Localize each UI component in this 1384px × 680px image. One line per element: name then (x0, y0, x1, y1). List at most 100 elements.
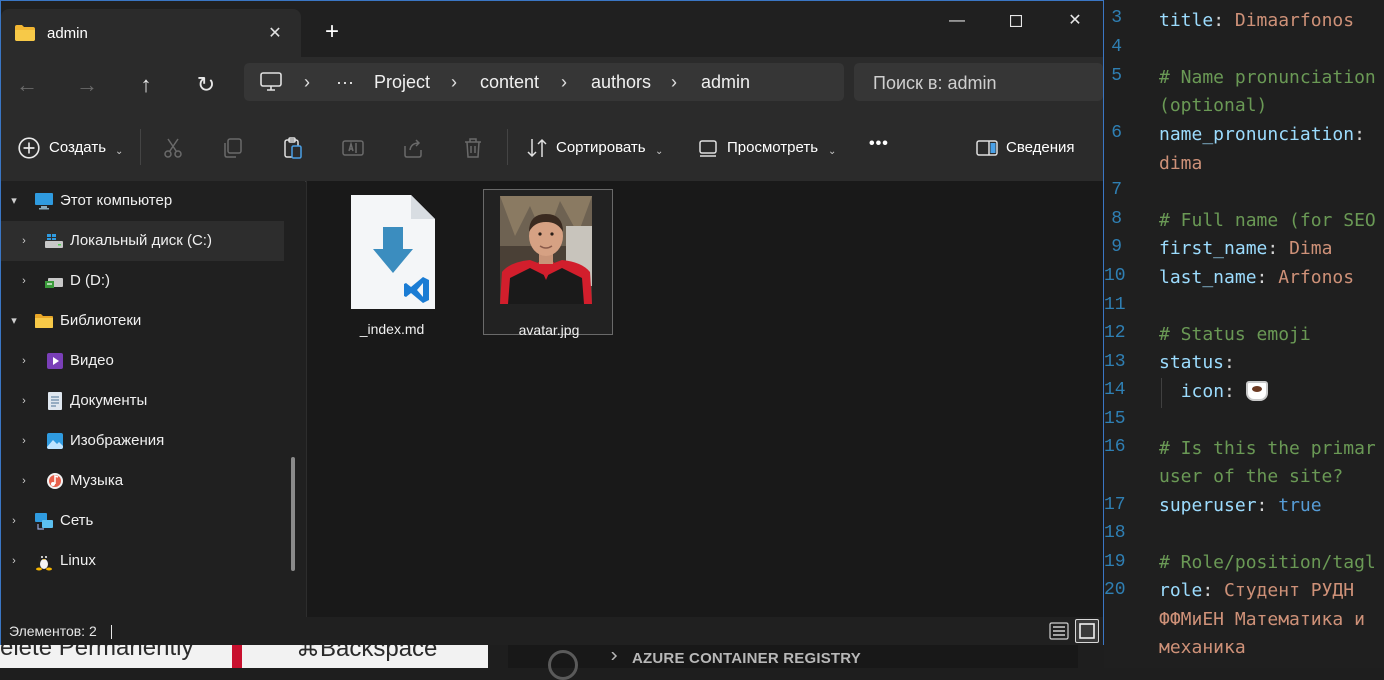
details-view-button[interactable] (1047, 619, 1071, 643)
tab-admin[interactable]: admin ✕ (1, 9, 301, 57)
item-count: Элементов: 2 (9, 623, 97, 639)
search-placeholder: Поиск в: admin (873, 73, 997, 93)
chevron-down-icon[interactable]: ▾ (6, 313, 22, 329)
line-number: 5 (1111, 66, 1122, 86)
line-number: 16 (1104, 437, 1126, 457)
large-icons-view-icon (1079, 623, 1095, 639)
chevron-right-icon[interactable] (610, 652, 618, 660)
monitor-icon[interactable] (260, 72, 282, 92)
chevron-down-icon: ⌄ (115, 146, 124, 157)
breadcrumb-item[interactable]: admin (701, 72, 750, 93)
line-number: 20 (1104, 580, 1126, 600)
large-icons-view-button[interactable] (1075, 619, 1099, 643)
chevron-right-icon[interactable]: › (16, 393, 32, 409)
sidebar-item-images[interactable]: › Изображения (1, 421, 284, 461)
refresh-icon[interactable]: ↻ (190, 71, 222, 99)
view-icon (699, 140, 717, 157)
line-number: 18 (1104, 523, 1126, 543)
maximize-icon (1009, 14, 1023, 27)
code-line: # Role/position/tagl (1159, 552, 1376, 573)
sidebar-item-drive-d[interactable]: › D (D:) (1, 261, 284, 301)
sidebar-item-this-pc[interactable]: ▾ Этот компьютер (1, 181, 284, 221)
chevron-right-icon[interactable]: › (16, 273, 32, 289)
documents-icon (48, 392, 62, 410)
share-icon[interactable] (401, 136, 425, 160)
chevron-right-icon[interactable]: › (671, 72, 677, 93)
sidebar-item-local-disk-c[interactable]: › Локальный диск (C:) (1, 221, 284, 261)
plus-circle-icon (18, 137, 40, 159)
close-window-button[interactable]: ✕ (1049, 7, 1101, 35)
command-bar: Создать ⌄ Сортировать ⌄ Просмотреть ⌄ ••… (1, 113, 1103, 182)
copy-icon[interactable] (221, 136, 245, 160)
file-name: avatar.jpg (518, 322, 580, 338)
paste-icon[interactable] (281, 136, 305, 160)
code-line: dima (1159, 153, 1203, 174)
chevron-down-icon[interactable]: ▾ (6, 193, 22, 209)
file-name: _index.md (359, 321, 425, 337)
chevron-right-icon[interactable]: › (16, 433, 32, 449)
line-number: 7 (1111, 180, 1122, 200)
forward-arrow-icon[interactable]: → (71, 71, 103, 99)
status-bar: Элементов: 2 (1, 617, 1103, 645)
code-line: механика (1159, 637, 1246, 658)
sort-button[interactable]: Сортировать ⌄ (525, 113, 665, 181)
rename-icon[interactable] (341, 136, 365, 160)
sidebar-item-video[interactable]: › Видео (1, 341, 284, 381)
sidebar-item-linux[interactable]: › Linux (1, 541, 284, 581)
chevron-right-icon[interactable]: › (16, 353, 32, 369)
maximize-button[interactable] (990, 7, 1042, 35)
back-arrow-icon[interactable]: ← (11, 71, 43, 99)
sidebar-item-network[interactable]: › Сеть (1, 501, 284, 541)
search-input[interactable]: Поиск в: admin (854, 63, 1103, 101)
drive-c-icon (45, 234, 63, 248)
video-icon (47, 353, 63, 369)
chevron-right-icon[interactable]: › (6, 553, 22, 569)
code-line: name_pronunciation: (1159, 124, 1365, 145)
chevron-right-icon[interactable]: › (6, 513, 22, 529)
code-area[interactable]: title: Dimaarfonos # Name pronunciation … (1159, 0, 1384, 668)
breadcrumb-item[interactable]: content (480, 72, 539, 93)
file-item[interactable]: _index.md (327, 189, 457, 337)
breadcrumb-item[interactable]: Project (374, 72, 430, 93)
chevron-down-icon: ⌄ (828, 146, 837, 157)
view-button[interactable]: Просмотреть ⌄ (698, 113, 838, 181)
breadcrumb-overflow[interactable]: ··· (336, 72, 354, 93)
chevron-right-icon[interactable]: › (16, 233, 32, 249)
code-line: ФФМиЕН Математика и (1159, 609, 1365, 630)
code-line: last_name: Arfonos (1159, 267, 1355, 288)
azure-container-registry-section[interactable]: AZURE CONTAINER REGISTRY (632, 650, 861, 667)
sidebar-item-documents[interactable]: › Документы (1, 381, 284, 421)
file-item-selected[interactable]: avatar.jpg (483, 189, 613, 338)
sidebar-item-music[interactable]: › Музыка (1, 461, 284, 501)
code-line: icon: (1159, 378, 1268, 406)
line-number: 10 (1104, 266, 1126, 286)
line-number: 11 (1104, 295, 1126, 315)
details-button[interactable]: Сведения (975, 113, 1085, 181)
line-number: 12 (1104, 323, 1126, 343)
sidebar-item-libraries[interactable]: ▾ Библиотеки (1, 301, 284, 341)
breadcrumb-item[interactable]: authors (591, 72, 651, 93)
navigation-pane: ▾ Этот компьютер › Локальный диск (C:) ›… (1, 181, 305, 617)
linux-icon (36, 555, 52, 571)
address-bar[interactable]: › ··· Project › content › authors › admi… (244, 63, 844, 101)
chevron-right-icon[interactable]: › (16, 473, 32, 489)
chevron-right-icon[interactable]: › (451, 72, 457, 93)
up-arrow-icon[interactable]: ↑ (130, 71, 162, 99)
more-options-button[interactable]: ••• (869, 135, 889, 153)
line-number: 19 (1104, 552, 1126, 572)
chevron-right-icon[interactable]: › (561, 72, 567, 93)
code-line: role: Студент РУДН (1159, 580, 1355, 601)
code-line: user of the site? (1159, 466, 1344, 487)
cut-icon[interactable] (161, 136, 185, 160)
delete-icon[interactable] (461, 136, 485, 160)
minimize-button[interactable]: — (931, 7, 983, 35)
folder-icon (15, 25, 35, 41)
create-button[interactable]: Создать ⌄ (17, 113, 127, 181)
sidebar-scrollbar[interactable] (291, 457, 295, 571)
close-icon[interactable]: ✕ (263, 23, 287, 47)
toolbar-divider (507, 129, 508, 165)
code-line: # Name pronunciation (1159, 67, 1376, 88)
status-divider (111, 625, 112, 639)
plus-icon[interactable]: + (319, 20, 345, 47)
list-view-icon (1049, 622, 1069, 640)
